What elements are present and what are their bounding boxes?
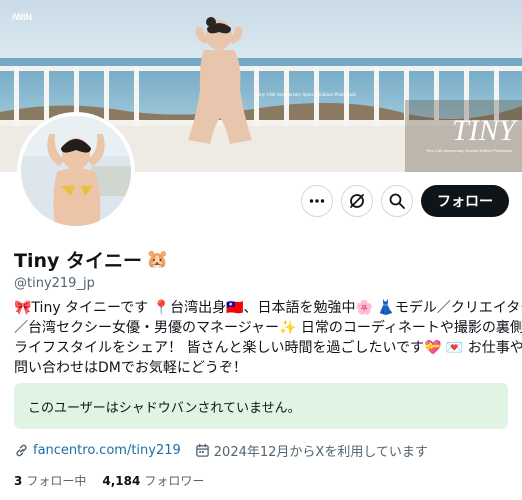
- bio: 🎀Tiny タイニーです 📍台湾出身🇹🇼、日本語を勉強中🌸 👗モデル／クリエイタ…: [14, 298, 522, 378]
- more-button[interactable]: [301, 185, 333, 217]
- banner-logo: TINY: [452, 114, 519, 147]
- grok-icon: [350, 194, 364, 208]
- follow-button[interactable]: フォロー: [421, 185, 509, 217]
- name-row: Tiny タイニー 🐹: [14, 246, 168, 273]
- calendar-icon: [196, 443, 209, 457]
- bio-line-4: 問い合わせはDMでお気軽にどうぞ！: [14, 360, 247, 376]
- following-stat[interactable]: 3 フォロー中: [14, 472, 86, 489]
- banner-caption: Tiny 10th Anniversary Special Edition Ph…: [256, 93, 356, 98]
- banner-logo-subtitle: Tiny 10th Anniversary Special Edition Ph…: [426, 148, 512, 153]
- handle: @tiny219_jp: [14, 276, 95, 291]
- bio-line-2: ／台湾セクシー女優・男優のマネージャー✨ 日常のコーディネートや撮影の裏側、: [14, 320, 522, 336]
- name-emoji: 🐹: [146, 249, 169, 270]
- following-label: フォロー中: [26, 474, 87, 488]
- banner-watermark: iWIN: [12, 12, 32, 22]
- following-count: 3: [14, 474, 23, 488]
- followers-stat[interactable]: 4,184 フォロワー: [102, 472, 204, 489]
- link-icon: [16, 444, 27, 457]
- more-icon: [309, 199, 325, 203]
- followers-count: 4,184: [102, 474, 141, 488]
- bio-line-1: 🎀Tiny タイニーです 📍台湾出身🇹🇼、日本語を勉強中🌸 👗モデル／クリエイタ…: [14, 300, 522, 316]
- joined-date: 2024年12月からXを利用しています: [213, 445, 428, 460]
- search-icon: [389, 193, 405, 209]
- profile-actions: フォロー: [301, 185, 509, 217]
- profile-meta: fancentro.com/tiny219 2024年12月からXを利用していま…: [14, 441, 428, 460]
- avatar[interactable]: [17, 112, 135, 230]
- grok-button[interactable]: [341, 185, 373, 217]
- search-button[interactable]: [381, 185, 413, 217]
- notice-text: このユーザーはシャドウバンされていません。: [28, 400, 301, 416]
- follow-stats: 3 フォロー中 4,184 フォロワー: [14, 472, 204, 489]
- bio-line-3: ライフスタイルをシェア！ 皆さんと楽しい時間を過ごしたいです💝 💌 お仕事やお: [14, 340, 522, 356]
- shadowban-notice: このユーザーはシャドウバンされていません。: [14, 383, 508, 429]
- display-name: Tiny タイニー: [14, 250, 142, 272]
- followers-label: フォロワー: [144, 474, 205, 488]
- profile-link[interactable]: fancentro.com/tiny219: [33, 443, 181, 458]
